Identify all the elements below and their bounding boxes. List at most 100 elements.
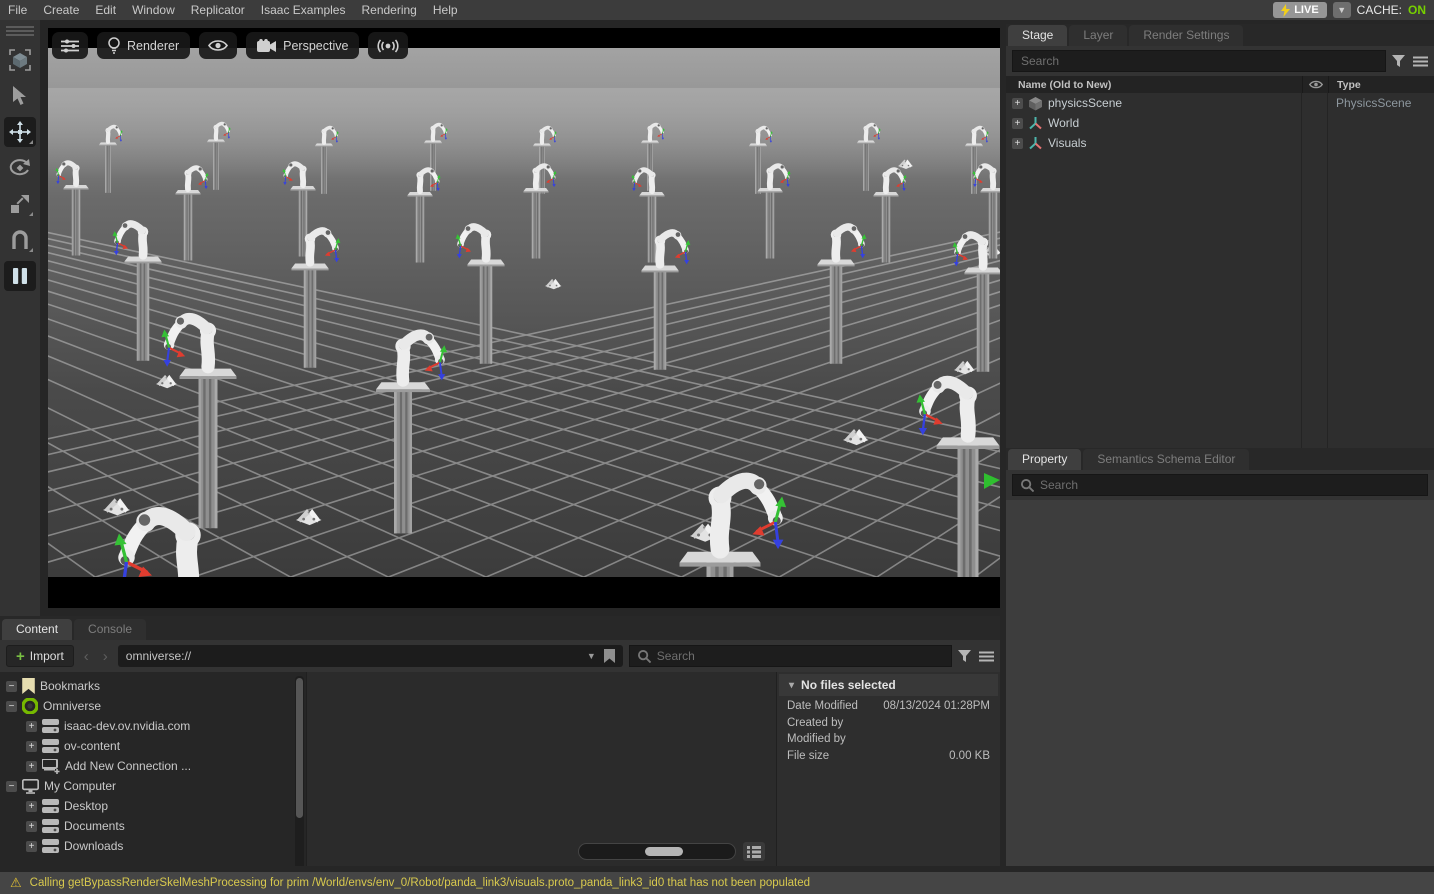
magnet-icon [11,230,29,250]
tree-item[interactable]: − My Computer [0,776,306,796]
tab[interactable]: Content [2,619,72,640]
property-body [1006,500,1434,866]
expand-icon[interactable]: + [26,821,37,832]
tool-button[interactable] [4,153,36,183]
expand-icon[interactable]: + [26,841,37,852]
stage-row[interactable]: + physicsScene PhysicsScene [1006,93,1434,113]
property-tabbar: PropertySemantics Schema Editor [1006,448,1434,470]
eye-icon [208,39,228,52]
expand-icon[interactable]: + [26,761,37,772]
expand-icon[interactable]: + [26,721,37,732]
tool-button[interactable] [4,117,36,147]
drag-handle-icon[interactable] [6,26,34,36]
column-type[interactable]: Type [1328,76,1434,93]
tab[interactable]: Render Settings [1129,25,1243,46]
view-mode-button[interactable] [743,842,765,861]
tool-button[interactable] [4,45,36,75]
tab[interactable]: Stage [1008,25,1067,46]
viewport-3d[interactable]: Renderer Perspective [48,28,1000,608]
expand-icon[interactable]: + [26,801,37,812]
expand-icon[interactable]: + [1012,118,1023,129]
expand-icon[interactable]: + [26,741,37,752]
server-icon [42,799,59,813]
viewport-toolbar: Renderer Perspective [52,32,408,59]
tab[interactable]: Semantics Schema Editor [1083,449,1249,470]
thumbnail-size-slider[interactable] [578,843,736,860]
content-search-input[interactable] [657,649,943,663]
tree-item[interactable]: − Omniverse [0,696,306,716]
tree-item[interactable]: + Desktop [0,796,306,816]
tool-button[interactable] [4,225,36,255]
expand-icon[interactable]: + [1012,98,1023,109]
property-search-input[interactable] [1040,478,1419,492]
menu-item[interactable]: Rendering [353,0,424,20]
tab[interactable]: Property [1008,449,1081,470]
server-icon [42,839,59,853]
options-menu-icon[interactable] [979,651,994,662]
frame-select-icon [9,49,31,71]
viewport-3d-scene[interactable] [48,48,1000,577]
warning-icon: ⚠ [10,875,22,891]
tool-button[interactable] [4,261,36,291]
tab[interactable]: Layer [1069,25,1127,46]
stage-search-input[interactable] [1012,50,1386,72]
stage-row[interactable]: + World [1006,113,1434,133]
filter-icon[interactable] [958,650,971,663]
viewport-settings-button[interactable] [52,32,88,59]
tree-item[interactable]: + Add New Connection ... [0,756,306,776]
forward-button[interactable]: › [99,648,112,665]
back-button[interactable]: ‹ [80,648,93,665]
stage-tree: + physicsScene PhysicsScene + [1006,93,1434,448]
column-name[interactable]: Name (Old to New) [1006,79,1302,91]
menu-item[interactable]: Edit [87,0,124,20]
broadcast-button[interactable] [368,32,408,59]
tree-item[interactable]: + Downloads [0,836,306,856]
tree-item[interactable]: + isaac-dev.ov.nvidia.com [0,716,306,736]
expand-icon[interactable]: − [6,781,17,792]
grid-view-icon [747,846,761,858]
bookmark-icon[interactable] [604,649,615,663]
content-search[interactable] [629,645,952,667]
expand-icon[interactable]: − [6,701,17,712]
tool-button[interactable] [4,189,36,219]
options-menu-icon[interactable] [1413,56,1428,67]
menu-item[interactable]: Create [35,0,87,20]
path-value[interactable]: omniverse:// [126,649,579,663]
tab[interactable]: Console [74,619,146,640]
expand-icon[interactable]: − [6,681,17,692]
tree-item[interactable]: + ov-content [0,736,306,756]
tree-item[interactable]: − Bookmarks [0,676,306,696]
plus-icon: + [16,649,25,664]
menu-item[interactable]: Isaac Examples [253,0,354,20]
live-button[interactable]: LIVE [1273,2,1326,18]
path-bar[interactable]: omniverse:// ▼ [118,645,623,667]
expand-icon[interactable]: + [1012,138,1023,149]
detail-row: Modified by [777,731,1000,748]
camera-button[interactable]: Perspective [246,32,359,59]
right-panel: StageLayerRender Settings Name (Old to N… [1006,24,1434,866]
menu-item[interactable]: Window [124,0,183,20]
stage-row[interactable]: + Visuals [1006,133,1434,153]
stage-tabbar: StageLayerRender Settings [1006,24,1434,46]
renderer-button[interactable]: Renderer [97,32,190,59]
file-grid-area[interactable] [306,672,776,866]
menu-item[interactable]: Help [425,0,466,20]
menu-item[interactable]: Replicator [183,0,253,20]
tool-button[interactable] [4,81,36,111]
tree-item[interactable]: + Documents [0,816,306,836]
content-browser: ContentConsole + Import ‹ › omniverse://… [0,616,1000,866]
live-dropdown[interactable]: ▼ [1333,2,1351,18]
path-dropdown-icon[interactable]: ▼ [587,651,596,661]
axis-icon [1028,136,1043,151]
slider-thumb[interactable] [645,847,683,856]
move-icon [9,121,31,143]
menu-item[interactable]: File [0,0,35,20]
filter-icon[interactable] [1392,55,1405,68]
import-button[interactable]: + Import [6,645,74,667]
visibility-button[interactable] [199,32,237,59]
cursor-icon [12,86,28,106]
details-header[interactable]: No files selected [779,674,998,696]
left-toolbar [0,20,40,616]
detail-row: Created by [777,715,1000,732]
tree-scrollbar[interactable] [295,676,304,866]
